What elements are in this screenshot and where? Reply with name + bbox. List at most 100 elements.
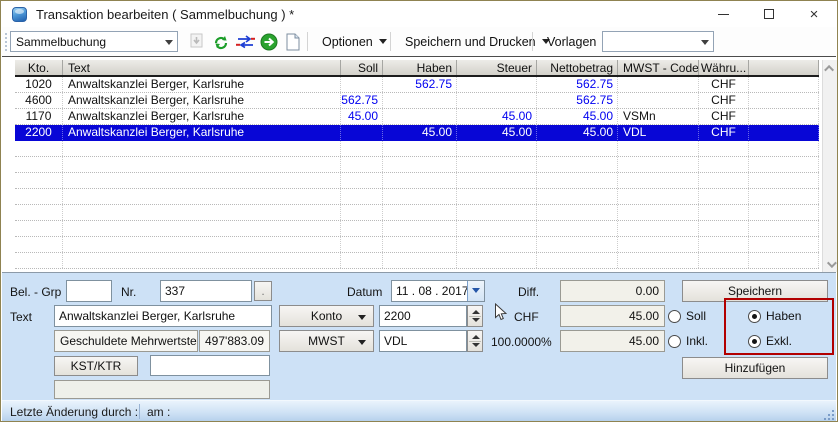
vertical-scrollbar[interactable] — [822, 60, 837, 272]
booking-type-combobox[interactable]: Sammelbuchung — [10, 31, 178, 52]
column-header-mwst[interactable]: MWST - Code — [618, 60, 699, 75]
cell-soll — [341, 141, 383, 156]
table-row-empty[interactable] — [15, 173, 819, 189]
vat-owed-value: 497'883.09 — [199, 330, 270, 352]
cell-filler — [749, 125, 819, 140]
mouse-cursor-icon — [494, 303, 507, 327]
cell-mwst — [618, 93, 699, 108]
column-header-kto[interactable]: Kto. — [15, 60, 63, 75]
kst-ktr-input[interactable] — [150, 355, 270, 376]
mwst-spinner[interactable] — [467, 330, 483, 352]
konto-input[interactable] — [379, 305, 467, 327]
konto-dropdown-button[interactable]: Konto — [279, 305, 374, 327]
minimize-button[interactable] — [700, 1, 746, 27]
toolbar-grip[interactable] — [5, 33, 8, 51]
calendar-dropdown-icon[interactable] — [467, 281, 484, 301]
radio-circle — [668, 310, 681, 323]
cell-haben — [383, 141, 457, 156]
datum-field[interactable]: 11 . 08 . 2017 — [391, 280, 485, 302]
cell-waehrung — [699, 205, 749, 220]
status-separator — [139, 404, 140, 419]
minimize-icon — [718, 14, 729, 15]
maximize-button[interactable] — [746, 1, 792, 27]
speichern-und-drucken-button[interactable]: Speichern und Drucken — [396, 30, 559, 53]
text-input[interactable] — [54, 305, 272, 327]
column-header-filler — [749, 60, 819, 75]
cell-netto — [537, 173, 618, 188]
column-header-netto[interactable]: Nettobetrag — [537, 60, 618, 75]
nr-input[interactable] — [160, 280, 252, 302]
resize-grip[interactable] — [822, 408, 834, 420]
toolbar-separator — [532, 32, 533, 51]
cell-soll — [341, 125, 383, 140]
table-row-empty[interactable] — [15, 189, 819, 205]
dot-button[interactable]: . — [254, 281, 272, 301]
konto-label: Konto — [311, 309, 342, 323]
cell-soll — [341, 173, 383, 188]
cell-netto: 45.00 — [537, 125, 618, 140]
status-bar: Letzte Änderung durch : am : — [2, 400, 836, 422]
cell-waehrung — [699, 253, 749, 268]
cell-haben — [383, 109, 457, 124]
transactions-grid: Kto.TextSollHabenSteuerNettobetragMWST -… — [2, 58, 836, 272]
column-header-text[interactable]: Text — [63, 60, 341, 75]
cell-kto — [15, 141, 63, 156]
cell-waehrung — [699, 237, 749, 252]
cell-mwst — [618, 157, 699, 172]
radio-soll[interactable]: Soll — [668, 309, 706, 323]
table-row-empty[interactable] — [15, 253, 819, 269]
cell-text — [63, 173, 341, 188]
window-title: Transaktion bearbeiten ( Sammelbuchung )… — [36, 7, 294, 22]
new-document-button[interactable] — [282, 31, 304, 52]
toolbar-separator — [307, 32, 308, 51]
mwst-dropdown-button[interactable]: MWST — [279, 330, 374, 352]
chevron-down-icon — [701, 40, 709, 45]
scroll-up-icon[interactable] — [823, 60, 838, 76]
cell-netto — [537, 237, 618, 252]
column-header-soll[interactable]: Soll — [341, 60, 383, 75]
transfer-button[interactable] — [234, 31, 256, 52]
cell-kto — [15, 221, 63, 236]
kst-ktr-button[interactable]: KST/KTR — [54, 356, 138, 376]
konto-spinner[interactable] — [467, 305, 483, 327]
import-button[interactable] — [186, 31, 208, 52]
bel-grp-input[interactable] — [66, 280, 112, 302]
hinzufuegen-label: Hinzufügen — [725, 361, 786, 375]
vorlagen-combobox[interactable] — [602, 31, 714, 52]
column-header-steuer[interactable]: Steuer — [457, 60, 537, 75]
cell-mwst — [618, 221, 699, 236]
new-document-icon — [285, 33, 301, 51]
table-row[interactable]: 2200Anwaltskanzlei Berger, Karlsruhe45.0… — [15, 125, 819, 141]
scroll-down-icon[interactable] — [823, 256, 838, 272]
hinzufuegen-button[interactable]: Hinzufügen — [682, 357, 828, 379]
table-row[interactable]: 4600Anwaltskanzlei Berger, Karlsruhe562.… — [15, 93, 819, 109]
table-row[interactable]: 1020Anwaltskanzlei Berger, Karlsruhe562.… — [15, 77, 819, 93]
radio-inkl[interactable]: Inkl. — [668, 334, 708, 348]
column-header-waehrung[interactable]: Währu... — [699, 60, 749, 75]
cell-kto: 2200 — [15, 125, 63, 140]
refresh-button[interactable] — [210, 31, 232, 52]
cell-kto — [15, 253, 63, 268]
maximize-icon — [764, 9, 774, 19]
speichern-label: Speichern — [728, 284, 782, 298]
mwst-code-input[interactable] — [379, 330, 467, 352]
cell-steuer — [457, 221, 537, 236]
cell-mwst — [618, 173, 699, 188]
highlight-red-box — [724, 298, 834, 355]
speichern-und-drucken-label: Speichern und Drucken — [405, 35, 536, 49]
column-header-haben[interactable]: Haben — [383, 60, 457, 75]
close-button[interactable]: × — [791, 1, 837, 27]
cell-netto — [537, 141, 618, 156]
cell-netto: 45.00 — [537, 109, 618, 124]
table-row-empty[interactable] — [15, 205, 819, 221]
cell-haben: 562.75 — [383, 77, 457, 92]
table-row-empty[interactable] — [15, 237, 819, 253]
transfer-arrows-icon — [236, 34, 255, 50]
table-row-empty[interactable] — [15, 221, 819, 237]
go-button[interactable] — [258, 31, 280, 52]
table-row-empty[interactable] — [15, 141, 819, 157]
cell-mwst — [618, 189, 699, 204]
table-row[interactable]: 1170Anwaltskanzlei Berger, Karlsruhe45.0… — [15, 109, 819, 125]
optionen-button[interactable]: Optionen — [313, 30, 396, 53]
table-row-empty[interactable] — [15, 157, 819, 173]
